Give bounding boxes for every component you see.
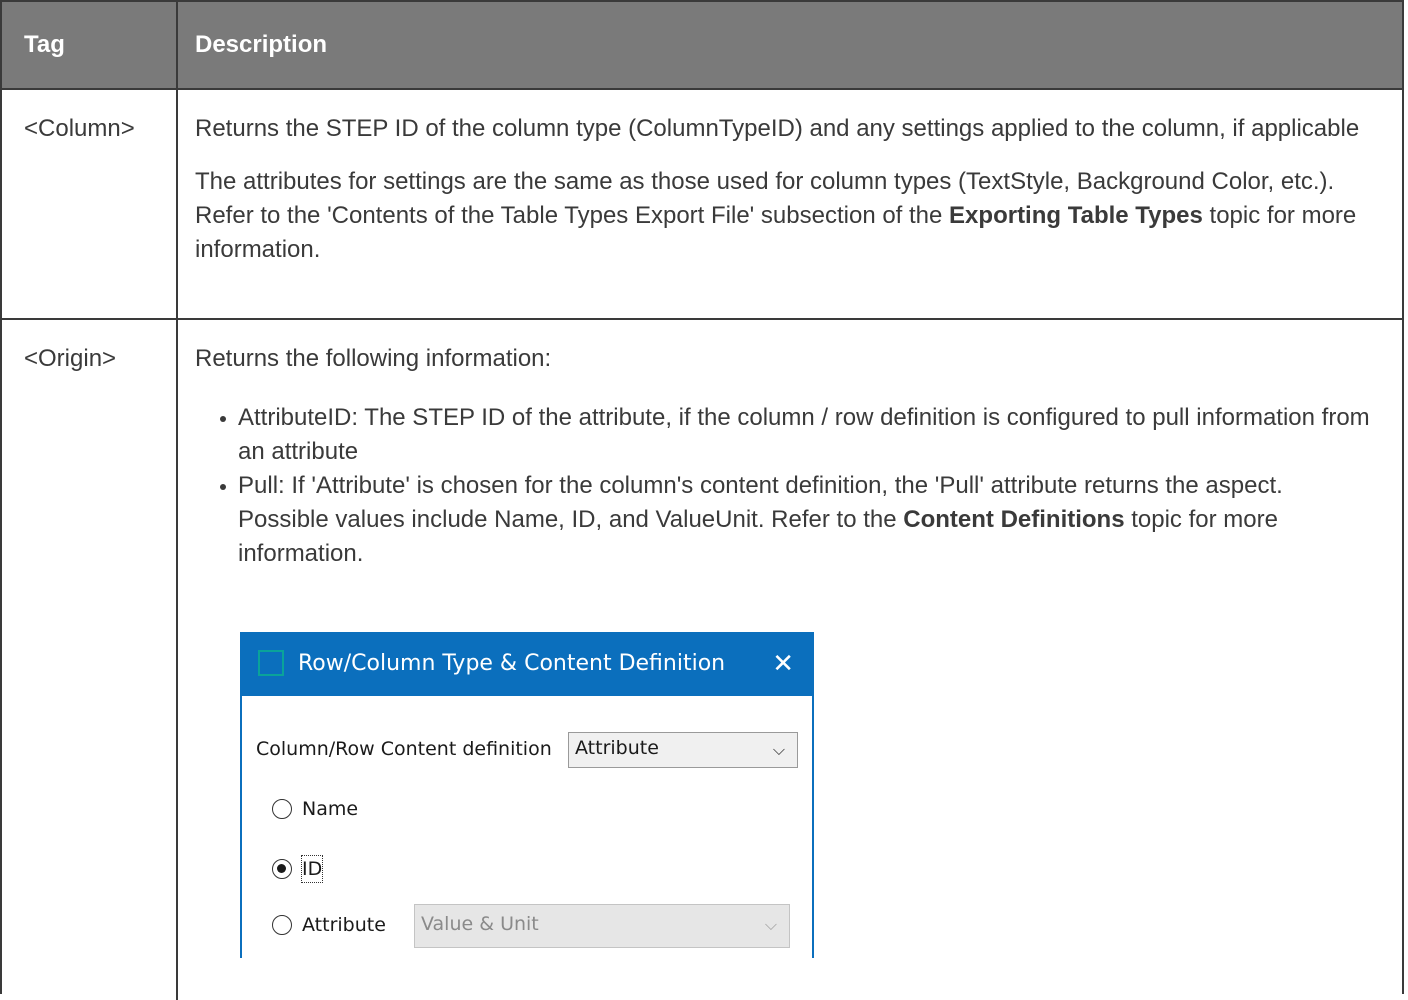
origin-bullet-list: AttributeID: The STEP ID of the attribut… <box>195 401 1380 571</box>
radio-button-id[interactable] <box>272 859 292 879</box>
content-definitions-link: Content Definitions <box>903 506 1125 533</box>
radio-button-attribute[interactable] <box>272 915 292 935</box>
table-row: <Column> Returns the STEP ID of the colu… <box>2 90 1402 320</box>
content-definition-select[interactable]: Attribute ⌵ <box>568 732 798 768</box>
list-item: AttributeID: The STEP ID of the attribut… <box>195 401 1380 469</box>
dialog-title-bar[interactable]: Row/Column Type & Content Definition ✕ <box>242 632 812 696</box>
column-settings-paragraph: The attributes for settings are the same… <box>195 165 1380 267</box>
row-column-type-dialog: Row/Column Type & Content Definition ✕ C… <box>240 632 814 958</box>
description-cell-column: Returns the STEP ID of the column type (… <box>178 90 1402 318</box>
radio-button-name[interactable] <box>272 799 292 819</box>
dialog-title: Row/Column Type & Content Definition <box>298 651 726 676</box>
origin-intro-paragraph: Returns the following information: <box>195 345 552 372</box>
list-item: Pull: If 'Attribute' is chosen for the c… <box>195 469 1380 571</box>
bullet-attributeid-text: AttributeID: The STEP ID of the attribut… <box>238 404 1370 465</box>
radio-label-name: Name <box>302 798 359 820</box>
window-app-icon <box>258 650 284 676</box>
tag-cell-column: <Column> <box>2 90 178 318</box>
radio-label-attribute: Attribute <box>302 914 386 936</box>
exporting-table-types-link: Exporting Table Types <box>949 202 1203 229</box>
column-description-paragraph: Returns the STEP ID of the column type (… <box>195 115 1360 142</box>
table-header-row: Tag Description <box>2 2 1402 90</box>
tag-cell-origin: <Origin> <box>2 320 178 1000</box>
close-icon[interactable]: ✕ <box>772 632 794 696</box>
attribute-aspect-select[interactable]: Value & Unit ⌵ <box>414 904 790 948</box>
header-tag: Tag <box>2 2 178 88</box>
bullet-dot-icon <box>220 416 226 422</box>
radio-label-id: ID <box>300 855 324 883</box>
chevron-down-icon: ⌵ <box>764 915 777 934</box>
header-description: Description <box>195 31 328 58</box>
content-definition-value: Attribute <box>575 737 659 759</box>
bullet-dot-icon <box>220 484 226 490</box>
content-definition-label: Column/Row Content definition <box>256 738 552 760</box>
chevron-down-icon: ⌵ <box>772 740 785 759</box>
attribute-aspect-value: Value & Unit <box>421 913 539 935</box>
